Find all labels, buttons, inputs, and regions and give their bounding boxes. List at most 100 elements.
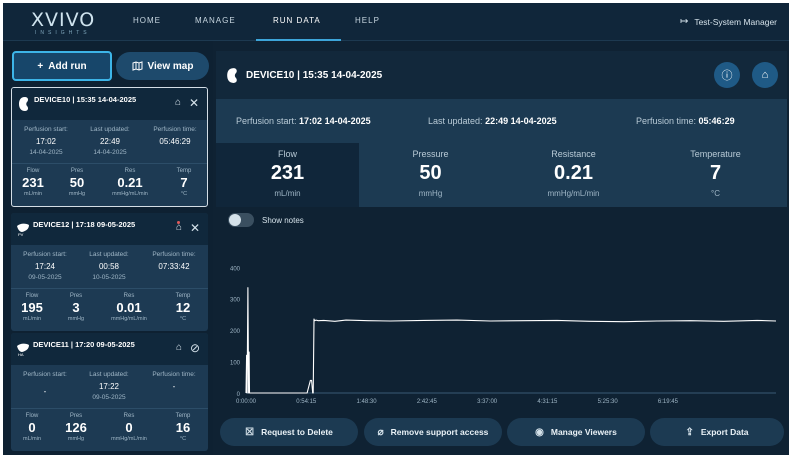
- nav-run-data[interactable]: RUN DATA: [273, 16, 321, 25]
- metric-tab-pressure[interactable]: Pressure 50 mmHg: [359, 143, 502, 207]
- stat-pressure-value: 126: [65, 420, 87, 435]
- stat-flow-value: 0: [28, 420, 36, 435]
- metric-unit: mmHg/mL/min: [547, 189, 600, 198]
- stat-flow-value: 231: [22, 175, 44, 190]
- chart-svg: 0 100 200 300 400 0:00:00 0:54:15 1:48:30 2:42:4…: [230, 266, 777, 405]
- perfusion-start-value: -: [43, 387, 47, 396]
- remove-support-button[interactable]: ⌀ Remove support access: [364, 418, 502, 446]
- x-tick-label: 3:37:00: [477, 399, 498, 405]
- last-updated-value: 00:58: [98, 262, 120, 271]
- metric-value: 0.21: [554, 162, 593, 184]
- stat-temp-value: 12: [175, 300, 191, 315]
- nav-help[interactable]: HELP: [355, 16, 380, 25]
- perfusion-time-value: 05:46:29: [159, 137, 191, 146]
- trash-icon: ☒: [245, 426, 255, 438]
- stat-temp-value: 7: [180, 175, 188, 190]
- add-run-label: Add run: [48, 60, 87, 72]
- eye-icon: ◉: [535, 426, 544, 438]
- x-tick-label: 0:00:00: [236, 399, 257, 405]
- kidney-icon: [227, 68, 237, 83]
- add-run-button[interactable]: + Add run: [12, 51, 112, 81]
- stat-unit: mL/min: [23, 191, 43, 197]
- close-icon[interactable]: ✕: [189, 96, 199, 110]
- stat-label: Res: [123, 293, 135, 299]
- plus-icon: +: [37, 60, 44, 72]
- organ-tag-ha: HA: [18, 352, 24, 357]
- manage-viewers-button[interactable]: ◉ Manage Viewers: [507, 418, 645, 446]
- alert-dot: [177, 221, 180, 224]
- stat-unit: mL/min: [22, 436, 42, 442]
- stat-pressure-value: 50: [69, 175, 85, 190]
- notifications-button[interactable]: ⌂: [752, 62, 778, 88]
- info-button[interactable]: ⓘ: [714, 62, 740, 88]
- run-card-device12[interactable]: PV DEVICE12 | 17:18 09-05-2025 ⌂ ✕ Perfu…: [11, 213, 208, 331]
- device-title: DEVICE10 | 15:35 14-04-2025: [246, 70, 383, 81]
- run-card-title: DEVICE12 | 17:18 09-05-2025: [33, 220, 136, 229]
- perfusion-time-info: Perfusion time: 05:46:29: [636, 116, 735, 126]
- liver-icon: PV: [17, 223, 29, 237]
- x-tick-label: 0:54:15: [296, 399, 317, 405]
- app-frame: XVIVO INSIGHTS HOME MANAGE RUN DATA HELP…: [3, 3, 789, 455]
- stat-label: Pres: [69, 413, 83, 419]
- user-menu[interactable]: ↦ Test-System Manager: [680, 16, 777, 27]
- y-tick-label: 200: [230, 329, 241, 335]
- stat-label: Res: [123, 413, 135, 419]
- metric-tab-flow[interactable]: Flow 231 mL/min: [216, 143, 359, 207]
- stat-label: Pres: [70, 168, 84, 174]
- run-card-title: DEVICE11 | 17:20 09-05-2025: [33, 340, 135, 349]
- bell-off-icon[interactable]: ⊘: [190, 341, 200, 355]
- run-card-stats: Flow 0 mL/min Pres 126 mmHg Res 0 mmHg/mL/min …: [11, 409, 208, 449]
- stat-resistance-value: 0.21: [117, 175, 143, 190]
- top-navbar: XVIVO INSIGHTS HOME MANAGE RUN DATA HELP…: [3, 3, 789, 41]
- show-notes-control: Show notes: [228, 213, 304, 227]
- perfusion-start-label: Perfusion start:: [23, 251, 67, 258]
- stat-unit: mmHg: [68, 191, 86, 197]
- liver-icon: HA: [17, 343, 29, 357]
- map-icon: [132, 61, 143, 71]
- perfusion-start-label: Perfusion start:: [24, 126, 68, 133]
- metric-unit: mmHg: [418, 189, 443, 198]
- y-tick-label: 100: [230, 361, 241, 367]
- export-data-label: Export Data: [700, 427, 749, 437]
- request-delete-button[interactable]: ☒ Request to Delete: [220, 418, 358, 446]
- stat-temp-value: 16: [175, 420, 191, 435]
- nav-home[interactable]: HOME: [133, 16, 161, 25]
- metric-tabs: Flow 231 mL/min Pressure 50 mmHg Resista…: [216, 143, 787, 207]
- manage-viewers-label: Manage Viewers: [550, 427, 617, 437]
- metric-value: 7: [709, 162, 722, 184]
- stat-resistance-value: 0.01: [116, 300, 142, 315]
- y-tick-label: 0: [237, 392, 241, 398]
- metric-tab-temperature[interactable]: Temperature 7 °C: [644, 143, 787, 207]
- stat-unit: mmHg/mL/min: [111, 316, 147, 322]
- metric-tab-resistance[interactable]: Resistance 0.21 mmHg/mL/min: [502, 143, 645, 207]
- logo-text: XVIVO: [31, 9, 96, 31]
- run-card-meta: Perfusion start: 17:24 09-05-2025 Last u…: [11, 245, 208, 289]
- bell-icon[interactable]: ⌂: [175, 97, 181, 108]
- run-card-device11[interactable]: HA DEVICE11 | 17:20 09-05-2025 ⌂ ⊘ Perfu…: [11, 333, 208, 451]
- stat-label: Temp: [175, 413, 191, 419]
- perfusion-time-value: -: [172, 382, 176, 391]
- stat-unit: mL/min: [22, 316, 42, 322]
- flow-chart: 0 100 200 300 400 0:00:00 0:54:15 1:48:30 2:42:4…: [216, 253, 787, 409]
- stat-label: Temp: [176, 168, 192, 174]
- stat-label: Flow: [25, 293, 39, 299]
- bell-icon[interactable]: ⌂: [176, 342, 182, 353]
- close-icon[interactable]: ✕: [190, 221, 200, 235]
- perfusion-time-label: Perfusion time:: [636, 116, 697, 126]
- run-card-title: DEVICE10 | 15:35 14-04-2025: [34, 95, 137, 104]
- perfusion-time-label: Perfusion time:: [152, 251, 196, 258]
- stat-unit: °C: [179, 436, 187, 442]
- nav-manage[interactable]: MANAGE: [195, 16, 236, 25]
- brand-logo[interactable]: XVIVO INSIGHTS: [31, 9, 101, 37]
- run-card-device10[interactable]: DEVICE10 | 15:35 14-04-2025 ⌂ ✕ Perfusio…: [11, 87, 208, 207]
- last-updated-label: Last updated:: [89, 251, 129, 258]
- device-header: DEVICE10 | 15:35 14-04-2025 ⓘ ⌂: [216, 51, 787, 99]
- remove-support-label: Remove support access: [390, 427, 489, 437]
- show-notes-toggle[interactable]: [228, 213, 254, 227]
- view-map-button[interactable]: View map: [116, 52, 209, 80]
- x-tick-label: 6:19:45: [658, 399, 679, 405]
- last-updated-info: Last updated: 22:49 14-04-2025: [428, 116, 557, 126]
- export-data-button[interactable]: ⇪ Export Data: [650, 418, 784, 446]
- device-detail-panel: DEVICE10 | 15:35 14-04-2025 ⓘ ⌂ Perfusio…: [216, 51, 787, 453]
- last-updated-value: 22:49: [99, 137, 121, 146]
